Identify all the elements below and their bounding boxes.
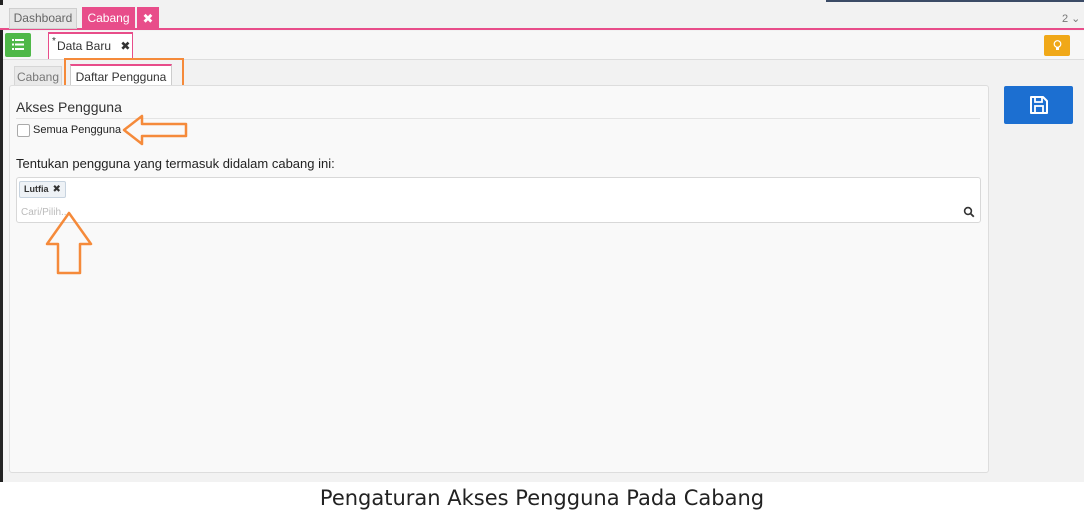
tab-cabang-close-icon[interactable]: ✖ <box>137 7 159 30</box>
top-border-line <box>826 0 1084 2</box>
remove-tag-icon[interactable]: ✖ <box>53 184 61 195</box>
figure-caption: Pengaturan Akses Pengguna Pada Cabang <box>319 486 765 510</box>
user-search-input[interactable] <box>21 204 921 220</box>
tips-button[interactable] <box>1044 35 1070 56</box>
top-tab-bar <box>0 5 1084 30</box>
save-button[interactable] <box>1004 86 1073 124</box>
document-tab-data-baru[interactable]: * Data Baru ✖ <box>48 32 133 59</box>
semua-pengguna-checkbox[interactable] <box>17 124 30 137</box>
section-title: Akses Pengguna <box>16 99 122 115</box>
document-tab-label: Data Baru <box>57 39 112 53</box>
save-icon <box>1030 96 1048 114</box>
search-icon[interactable] <box>963 206 975 218</box>
unsaved-indicator: * <box>52 36 56 47</box>
lightbulb-icon <box>1053 40 1061 50</box>
tab-cabang-details[interactable]: Cabang <box>14 66 62 86</box>
menu-button[interactable] <box>5 33 31 57</box>
instruction-text: Tentukan pengguna yang termasuk didalam … <box>16 156 335 171</box>
tab-cabang[interactable]: Cabang <box>82 7 135 30</box>
document-toolbar <box>3 31 1084 60</box>
selected-user-tag: Lutfia ✖ <box>19 181 66 198</box>
left-arrow-annotation <box>122 114 188 146</box>
selected-user-name: Lutfia <box>24 184 49 194</box>
window-count-dropdown[interactable]: 2 ⌄ <box>1062 12 1080 25</box>
up-arrow-annotation <box>45 211 93 275</box>
app-window: Dashboard Cabang ✖ 2 ⌄ * Data Baru ✖ Cab… <box>0 0 1084 517</box>
document-tab-close-icon[interactable]: ✖ <box>120 39 130 53</box>
tab-dashboard[interactable]: Dashboard <box>9 8 77 29</box>
list-icon <box>12 39 24 50</box>
semua-pengguna-label[interactable]: Semua Pengguna <box>33 124 121 136</box>
